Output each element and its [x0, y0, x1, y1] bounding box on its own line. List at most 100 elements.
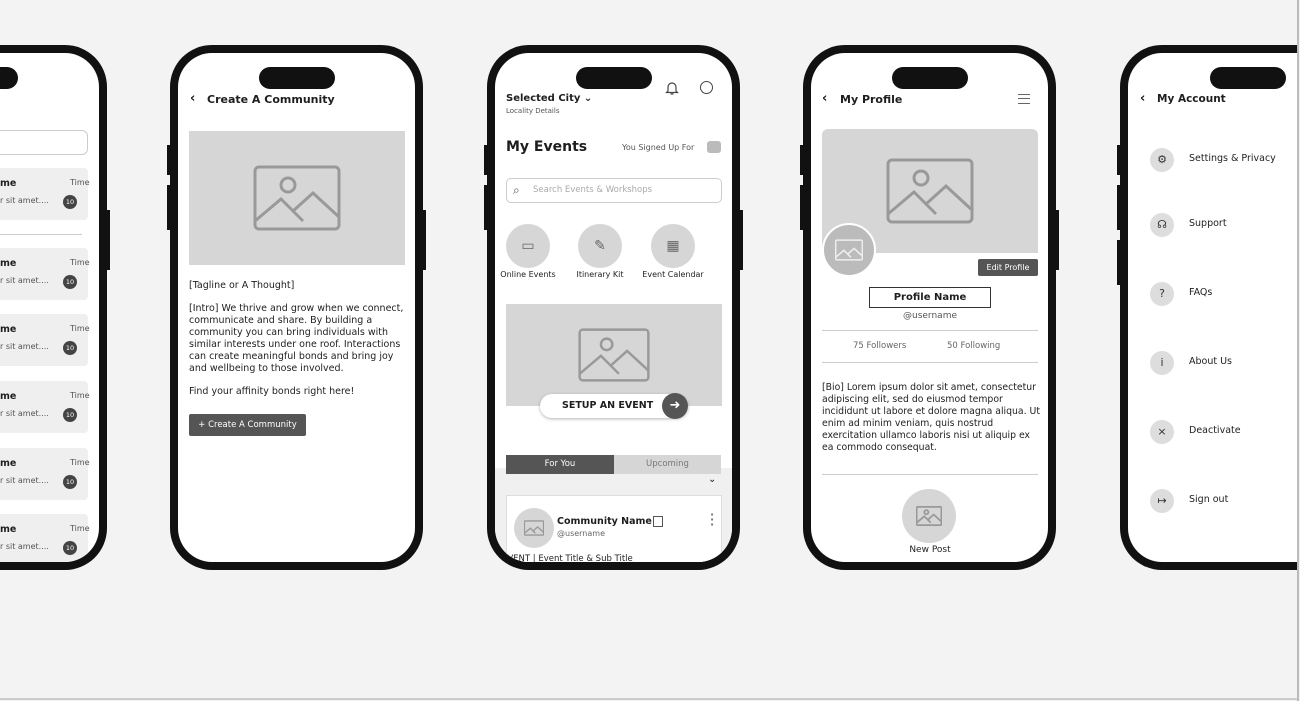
image-icon: [886, 158, 974, 224]
account-menu-item[interactable]: Deactivate: [1189, 425, 1241, 436]
bookmark-icon[interactable]: [653, 516, 663, 527]
search-icon: ⌕: [513, 183, 520, 197]
tab-upcoming[interactable]: Upcoming: [614, 455, 721, 474]
headset-icon[interactable]: ☊: [1150, 213, 1174, 237]
quick-action-label: Itinerary Kit: [576, 270, 624, 279]
account-menu-item[interactable]: Settings & Privacy: [1189, 153, 1276, 164]
search-input[interactable]: [0, 130, 88, 155]
unread-badge: 10: [63, 195, 77, 209]
list-item[interactable]: me Time r sit amet.... 10: [0, 314, 90, 366]
video-icon[interactable]: ▭: [506, 224, 550, 268]
item-preview: r sit amet....: [0, 542, 49, 551]
back-chevron-icon[interactable]: ‹: [822, 91, 827, 106]
more-options-icon[interactable]: · · ·: [710, 509, 714, 530]
account-menu-item[interactable]: Sign out: [1189, 494, 1228, 505]
chevron-down-icon[interactable]: ⌄: [708, 474, 716, 485]
phone-create-community: ‹ Create A Community [Tagline or A Thoug…: [167, 45, 426, 570]
bell-icon[interactable]: [665, 80, 679, 96]
item-time: Time: [70, 458, 90, 467]
phone-my-profile: ‹ My Profile Edit Profile Profile Name @…: [800, 45, 1059, 570]
page-title: Create A Community: [207, 93, 335, 106]
followers-count[interactable]: 75 Followers: [853, 341, 906, 351]
signed-up-link[interactable]: You Signed Up For: [622, 143, 694, 152]
item-time: Time: [70, 324, 90, 333]
community-name: Community Name: [557, 516, 652, 527]
dynamic-island: [1210, 67, 1286, 89]
event-title: EVENT | Event Title & Sub Title: [502, 554, 633, 562]
item-title: me: [0, 258, 17, 269]
image-icon: [578, 328, 650, 382]
sign-out-icon[interactable]: ↦: [1150, 489, 1174, 513]
account-menu-item[interactable]: Support: [1189, 218, 1227, 229]
image-placeholder: [189, 131, 405, 265]
edit-icon[interactable]: ✎: [578, 224, 622, 268]
intro-text: [Intro] We thrive and grow when we conne…: [189, 303, 404, 374]
following-count[interactable]: 50 Following: [947, 341, 1000, 351]
locality: Locality Details: [506, 107, 560, 115]
avatar-stack-icon: [707, 141, 721, 153]
canvas-edge: [0, 698, 1297, 700]
city-selector[interactable]: Selected City ⌄: [506, 93, 592, 104]
page-title: My Events: [506, 139, 588, 155]
faq-book-icon[interactable]: ?: [1150, 282, 1174, 306]
item-time: Time: [70, 258, 90, 267]
list-item[interactable]: me Time r sit amet.... 10: [0, 448, 90, 500]
username: @username: [557, 529, 605, 538]
community-avatar: [514, 508, 554, 548]
close-circle-icon[interactable]: ×: [1150, 420, 1174, 444]
setup-event-button[interactable]: SETUP AN EVENT ➜: [540, 393, 688, 419]
back-chevron-icon[interactable]: ‹: [190, 91, 195, 106]
bio-text: [Bio] Lorem ipsum dolor sit amet, consec…: [822, 382, 1040, 453]
list-item[interactable]: me Time r sit amet.... 10: [0, 514, 90, 562]
item-preview: r sit amet....: [0, 409, 49, 418]
event-card[interactable]: Community Name @username · · · EVENT | Eve…: [502, 495, 722, 562]
item-preview: r sit amet....: [0, 276, 49, 285]
dynamic-island: [0, 67, 18, 89]
new-post-button[interactable]: [902, 489, 956, 543]
edit-profile-button[interactable]: Edit Profile: [978, 259, 1038, 276]
gear-icon[interactable]: ⚙: [1150, 148, 1174, 172]
create-community-button[interactable]: + Create A Community: [189, 414, 306, 436]
menu-icon[interactable]: [1018, 94, 1030, 104]
unread-badge: 10: [63, 275, 77, 289]
list-item[interactable]: me Time r sit amet.... 10: [0, 168, 90, 220]
profile-avatar[interactable]: [822, 223, 876, 277]
unread-badge: 10: [63, 475, 77, 489]
search-input[interactable]: ⌕ Search Events & Workshops: [506, 178, 722, 203]
banner-image: [506, 304, 722, 406]
item-title: me: [0, 391, 17, 402]
new-post-label: New Post: [909, 545, 951, 555]
back-chevron-icon[interactable]: ‹: [1140, 91, 1145, 106]
unread-badge: 10: [63, 408, 77, 422]
tab-for-you[interactable]: For You: [506, 455, 614, 474]
item-preview: r sit amet....: [0, 196, 49, 205]
item-title: me: [0, 324, 17, 335]
item-title: me: [0, 524, 17, 535]
phone-chat-list: me Time r sit amet.... 10 me Time r sit …: [0, 45, 110, 570]
list-item[interactable]: me Time r sit amet.... 10: [0, 381, 90, 433]
chevron-down-icon: ⌄: [583, 93, 593, 104]
item-preview: r sit amet....: [0, 476, 49, 485]
quick-action-label: Event Calendar: [642, 270, 704, 279]
list-item[interactable]: me Time r sit amet.... 10: [0, 248, 90, 300]
unread-badge: 10: [63, 541, 77, 555]
item-title: me: [0, 178, 17, 189]
phone-my-events: Selected City ⌄ Locality Details My Even…: [484, 45, 743, 570]
phone-my-account: ‹ My Account ⚙ Settings & Privacy ☊ Suppo…: [1117, 45, 1297, 570]
info-icon[interactable]: i: [1150, 351, 1174, 375]
quick-action-label: Online Events: [500, 270, 556, 279]
account-menu-item[interactable]: About Us: [1189, 356, 1232, 367]
arrow-right-icon: ➜: [662, 393, 688, 419]
item-time: Time: [70, 391, 90, 400]
item-preview: r sit amet....: [0, 342, 49, 351]
page-title: My Profile: [840, 93, 903, 106]
calendar-icon[interactable]: ▦: [651, 224, 695, 268]
image-icon: [253, 165, 341, 231]
profile-name: Profile Name: [869, 287, 991, 308]
username: @username: [903, 311, 957, 321]
page-title: My Account: [1157, 93, 1226, 105]
canvas-edge: [1297, 0, 1299, 701]
chat-icon[interactable]: [700, 81, 713, 94]
cta-text: Find your affinity bonds right here!: [189, 386, 355, 397]
account-menu-item[interactable]: FAQs: [1189, 287, 1212, 298]
